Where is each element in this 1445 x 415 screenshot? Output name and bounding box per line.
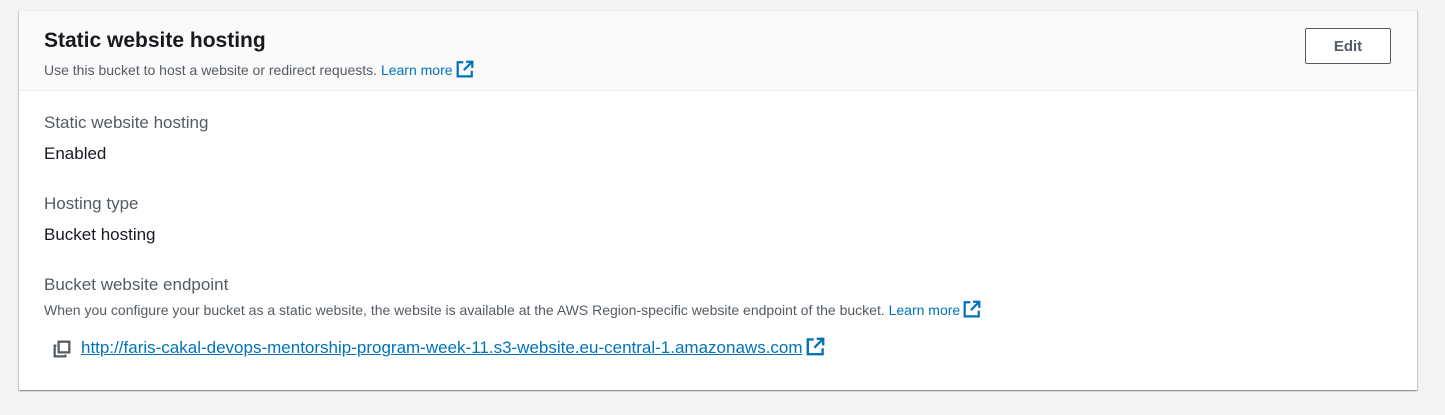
field-value-hosting: Enabled: [44, 144, 107, 163]
panel-title: Static website hosting: [44, 29, 266, 52]
panel-description: Use this bucket to host a website or red…: [44, 60, 474, 83]
field-label-hosting: Static website hosting: [44, 113, 209, 132]
panel-description-text: Use this bucket to host a website or red…: [44, 62, 378, 78]
field-static-website-hosting: Static website hosting Enabled: [44, 112, 208, 165]
copy-icon[interactable]: [53, 340, 71, 358]
endpoint-url-text: http://faris-cakal-devops-mentorship-pro…: [81, 338, 803, 357]
external-link-icon: [456, 60, 474, 83]
endpoint-learn-more-link[interactable]: Learn more: [888, 300, 982, 318]
header-learn-more-link[interactable]: Learn more: [380, 60, 474, 78]
field-label-endpoint: Bucket website endpoint: [44, 275, 229, 294]
field-hosting-type: Hosting type Bucket hosting: [44, 193, 156, 246]
endpoint-url-row: http://faris-cakal-devops-mentorship-pro…: [53, 337, 825, 361]
field-label-hosting-type: Hosting type: [44, 194, 139, 213]
panel-header: Static website hosting Use this bucket t…: [19, 11, 1417, 91]
field-description-endpoint: When you configure your bucket as a stat…: [44, 300, 981, 323]
external-link-icon: [806, 337, 825, 361]
edit-button[interactable]: Edit: [1305, 28, 1391, 64]
header-learn-more-label: Learn more: [380, 62, 453, 78]
static-website-hosting-panel: Static website hosting Use this bucket t…: [19, 10, 1417, 390]
endpoint-url-link[interactable]: http://faris-cakal-devops-mentorship-pro…: [81, 337, 825, 361]
field-value-hosting-type: Bucket hosting: [44, 225, 156, 244]
endpoint-description-text: When you configure your bucket as a stat…: [44, 302, 885, 318]
external-link-icon: [963, 300, 981, 323]
field-bucket-website-endpoint: Bucket website endpoint When you configu…: [44, 274, 981, 323]
endpoint-learn-more-label: Learn more: [888, 302, 961, 318]
